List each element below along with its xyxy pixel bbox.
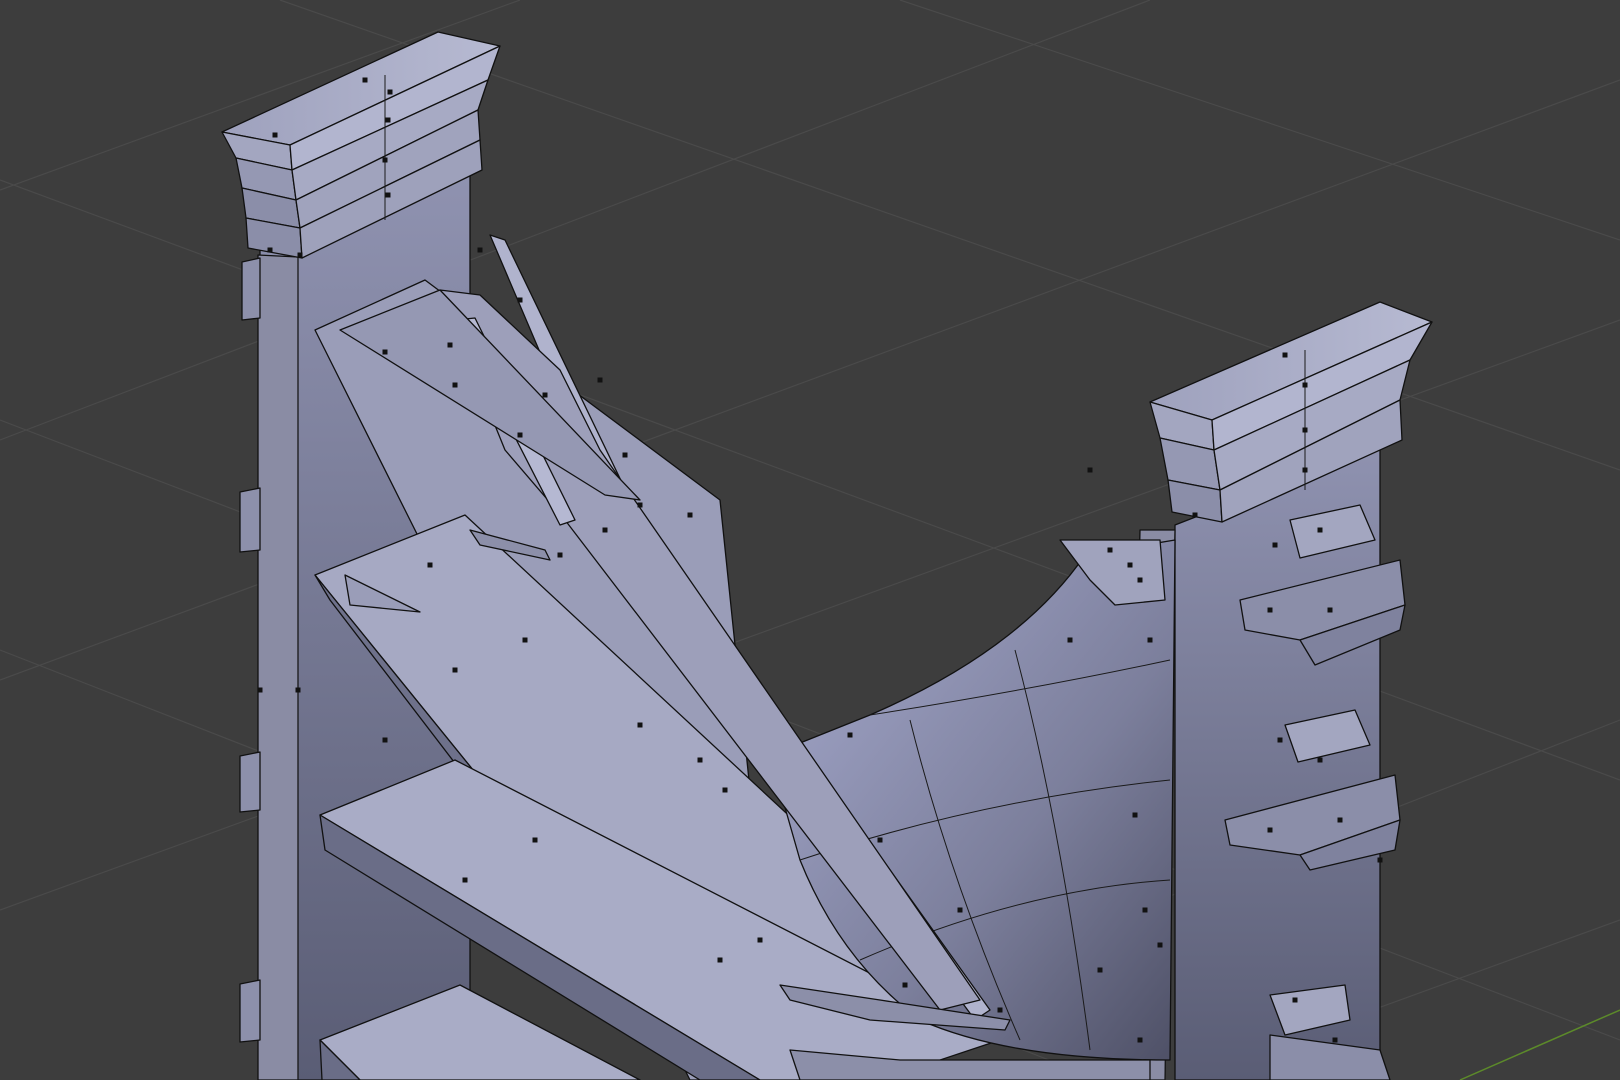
vertex-marker[interactable] — [447, 342, 453, 348]
vertex-marker[interactable] — [1157, 942, 1163, 948]
vertex-marker[interactable] — [452, 667, 458, 673]
vertex-marker[interactable] — [272, 132, 278, 138]
vertex-marker[interactable] — [902, 982, 908, 988]
vertex-marker[interactable] — [1272, 542, 1278, 548]
vertex-marker[interactable] — [1317, 527, 1323, 533]
vertex-marker[interactable] — [362, 77, 368, 83]
vertex-marker[interactable] — [602, 527, 608, 533]
vertex-marker[interactable] — [757, 937, 763, 943]
vertex-marker[interactable] — [847, 732, 853, 738]
vertex-marker[interactable] — [722, 787, 728, 793]
vertex-marker[interactable] — [1327, 607, 1333, 613]
vertex-marker[interactable] — [1317, 757, 1323, 763]
vertex-marker[interactable] — [1267, 607, 1273, 613]
vertex-marker[interactable] — [1142, 907, 1148, 913]
vertex-marker[interactable] — [557, 552, 563, 558]
vertex-marker[interactable] — [1137, 577, 1143, 583]
vertex-marker[interactable] — [957, 907, 963, 913]
vertex-marker[interactable] — [462, 877, 468, 883]
vertex-marker[interactable] — [1107, 547, 1113, 553]
vertex-marker[interactable] — [385, 192, 391, 198]
vertex-marker[interactable] — [1302, 467, 1308, 473]
3d-viewport[interactable] — [0, 0, 1620, 1080]
vertex-marker[interactable] — [452, 382, 458, 388]
vertex-marker[interactable] — [385, 117, 391, 123]
vertex-marker[interactable] — [1067, 637, 1073, 643]
vertex-marker[interactable] — [1302, 427, 1308, 433]
vertex-marker[interactable] — [542, 392, 548, 398]
vertex-marker[interactable] — [1282, 352, 1288, 358]
vertex-marker[interactable] — [267, 247, 273, 253]
vertex-marker[interactable] — [1277, 737, 1283, 743]
vertex-marker[interactable] — [297, 252, 303, 258]
vertex-marker[interactable] — [532, 837, 538, 843]
vertex-marker[interactable] — [1292, 997, 1298, 1003]
vertex-marker[interactable] — [257, 687, 263, 693]
vertex-marker[interactable] — [1267, 827, 1273, 833]
vertex-marker[interactable] — [382, 349, 388, 355]
vertex-marker[interactable] — [597, 377, 603, 383]
vertex-marker[interactable] — [382, 737, 388, 743]
vertex-marker[interactable] — [295, 687, 301, 693]
left-knobs[interactable] — [239, 257, 261, 1043]
vertex-marker[interactable] — [717, 957, 723, 963]
x-axis-line — [1459, 1009, 1620, 1080]
vertex-marker[interactable] — [1097, 967, 1103, 973]
vertex-marker[interactable] — [1132, 812, 1138, 818]
vertex-marker[interactable] — [687, 512, 693, 518]
vertex-marker[interactable] — [1137, 1037, 1143, 1043]
vertex-marker[interactable] — [1377, 857, 1383, 863]
vertex-marker[interactable] — [1332, 1037, 1338, 1043]
vertex-marker[interactable] — [1302, 382, 1308, 388]
viewport-canvas[interactable] — [0, 0, 1620, 1080]
vertex-marker[interactable] — [697, 757, 703, 763]
vertex-marker[interactable] — [477, 247, 483, 253]
vertex-marker[interactable] — [637, 722, 643, 728]
vertex-marker[interactable] — [517, 432, 523, 438]
vertex-marker[interactable] — [522, 637, 528, 643]
vertex-marker[interactable] — [1192, 512, 1198, 518]
vertex-marker[interactable] — [622, 452, 628, 458]
vertex-marker[interactable] — [1147, 637, 1153, 643]
vertex-marker[interactable] — [517, 297, 523, 303]
vertex-marker[interactable] — [637, 502, 643, 508]
vertex-marker[interactable] — [1087, 467, 1093, 473]
vertex-marker[interactable] — [1337, 817, 1343, 823]
vertex-marker[interactable] — [382, 157, 388, 163]
vertex-marker[interactable] — [427, 562, 433, 568]
vertex-marker[interactable] — [1127, 562, 1133, 568]
vertex-marker[interactable] — [877, 837, 883, 843]
vertex-marker[interactable] — [387, 89, 393, 95]
vertex-marker[interactable] — [997, 1007, 1003, 1013]
